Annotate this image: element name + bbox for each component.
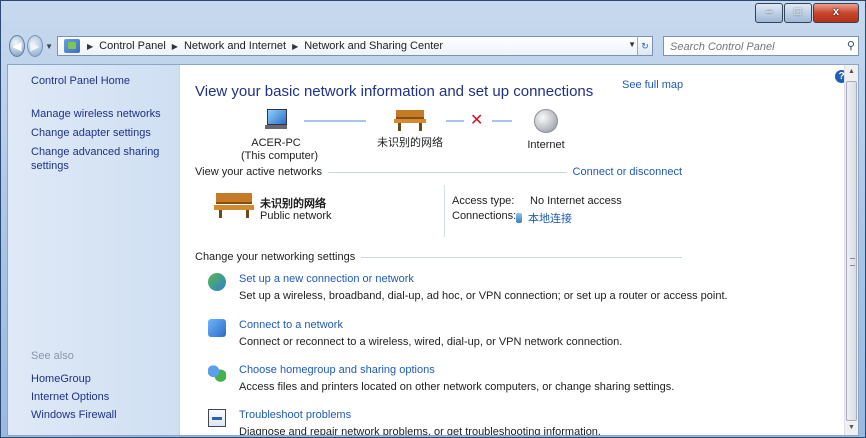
- sidebar-item-internet-options[interactable]: Internet Options: [31, 388, 117, 406]
- sidebar-item-homegroup[interactable]: HomeGroup: [31, 370, 117, 388]
- active-network-type[interactable]: Public network: [260, 210, 332, 222]
- see-also-list: HomeGroup Internet Options Windows Firew…: [31, 370, 117, 424]
- active-network: [214, 192, 254, 218]
- homegroup-icon: [208, 364, 226, 382]
- setting-description: Set up a wireless, broadband, dial-up, a…: [239, 290, 728, 302]
- sidebar-tasks: Manage wireless networks Change adapter …: [31, 107, 171, 178]
- page-title: View your basic network information and …: [195, 83, 594, 100]
- setting-title[interactable]: Set up a new connection or network: [239, 273, 414, 285]
- window-controls: – □ x: [754, 3, 859, 23]
- active-networks-title: View your active networks: [195, 166, 328, 178]
- refresh-icon: ↻: [641, 41, 649, 51]
- map-link-network-internet-left: [446, 120, 464, 122]
- troubleshoot-icon: [208, 409, 226, 427]
- connections-label: Connections:: [452, 210, 517, 222]
- map-node-internet: Internet: [516, 109, 576, 152]
- control-panel-icon: [63, 39, 80, 53]
- globe-icon: [534, 109, 558, 133]
- forward-arrow-icon: ▶: [30, 39, 40, 53]
- public-network-icon: [214, 192, 254, 218]
- computer-subtitle: (This computer): [241, 150, 319, 162]
- title-bar: – □ x: [1, 1, 865, 31]
- back-button[interactable]: ◀: [9, 35, 26, 57]
- window: – □ x ◀ ▶ ▼ ▶ Control Panel ▶ Network an…: [0, 0, 866, 438]
- connection-name[interactable]: 本地连接: [528, 213, 572, 225]
- search-input[interactable]: [667, 38, 842, 56]
- content-area: Control Panel Home Manage wireless netwo…: [7, 64, 859, 436]
- access-type-value: No Internet access: [530, 195, 622, 207]
- scroll-up-icon[interactable]: ▲: [845, 65, 858, 79]
- breadcrumb-control-panel[interactable]: Control Panel: [96, 40, 169, 52]
- search-icon[interactable]: ⚲: [847, 39, 855, 52]
- connect-network-icon: [208, 319, 226, 337]
- see-full-map-link[interactable]: See full map: [622, 79, 683, 91]
- chevron-right-icon[interactable]: ▶: [169, 42, 181, 51]
- active-network-divider: [444, 185, 445, 237]
- network-adapter-icon: [516, 213, 522, 223]
- sidebar-item-windows-firewall[interactable]: Windows Firewall: [31, 406, 117, 424]
- maximize-button[interactable]: □: [784, 3, 812, 23]
- recent-pages-dropdown[interactable]: ▼: [45, 42, 53, 51]
- access-type-label: Access type:: [452, 195, 515, 207]
- address-bar: ◀ ▶ ▼ ▶ Control Panel ▶ Network and Inte…: [9, 33, 859, 59]
- search-box: ⚲: [662, 36, 859, 56]
- back-arrow-icon: ◀: [12, 39, 22, 53]
- map-node-network: 未识别的网络: [372, 109, 448, 150]
- computer-name: ACER-PC: [251, 137, 301, 149]
- map-node-computer: ACER-PC (This computer): [241, 109, 319, 163]
- map-internet-label[interactable]: Internet: [516, 139, 576, 152]
- new-connection-icon: [208, 273, 226, 291]
- close-button[interactable]: x: [813, 3, 859, 23]
- scroll-down-icon[interactable]: ▼: [845, 421, 858, 435]
- breadcrumb-network-and-sharing-center[interactable]: Network and Sharing Center: [301, 40, 446, 52]
- map-link-computer-network: [304, 120, 366, 122]
- active-network-name: 未识别的网络: [260, 198, 326, 210]
- connect-or-disconnect-link[interactable]: Connect or disconnect: [566, 166, 682, 178]
- scrollbar-thumb[interactable]: [846, 81, 857, 421]
- setting-description: Diagnose and repair network problems, or…: [239, 426, 601, 436]
- computer-icon: [261, 109, 291, 131]
- main-panel: ? View your basic network information an…: [194, 65, 848, 436]
- see-also-label: See also: [31, 350, 74, 362]
- scroll-grip-icon: [850, 258, 855, 266]
- connection-link[interactable]: 本地连接: [516, 210, 572, 226]
- settings-title: Change your networking settings: [195, 251, 362, 263]
- address-dropdown-icon[interactable]: ▼: [628, 40, 636, 49]
- setting-title[interactable]: Choose homegroup and sharing options: [239, 364, 435, 376]
- vertical-scrollbar[interactable]: ▲ ▼: [844, 65, 858, 435]
- sidebar: Control Panel Home Manage wireless netwo…: [8, 65, 180, 435]
- breadcrumb-network-and-internet[interactable]: Network and Internet: [181, 40, 289, 52]
- setting-title[interactable]: Connect to a network: [239, 319, 343, 331]
- public-network-icon: [394, 109, 426, 131]
- setting-description: Access files and printers located on oth…: [239, 381, 675, 393]
- sidebar-item-change-advanced-sharing-settings[interactable]: Change advanced sharing settings: [31, 145, 171, 173]
- map-network-name[interactable]: 未识别的网络: [372, 137, 448, 150]
- breadcrumb[interactable]: ▶ Control Panel ▶ Network and Internet ▶…: [56, 36, 653, 56]
- setting-title[interactable]: Troubleshoot problems: [239, 409, 351, 421]
- setting-description: Connect or reconnect to a wireless, wire…: [239, 336, 623, 348]
- minimize-button[interactable]: –: [755, 3, 783, 23]
- disconnected-x-icon: ✕: [470, 112, 484, 129]
- map-link-network-internet-right: [492, 120, 512, 122]
- forward-button[interactable]: ▶: [27, 35, 44, 57]
- sidebar-item-manage-wireless-networks[interactable]: Manage wireless networks: [31, 107, 171, 121]
- refresh-button[interactable]: ↻: [636, 36, 653, 56]
- chevron-right-icon[interactable]: ▶: [84, 42, 96, 51]
- sidebar-item-change-adapter-settings[interactable]: Change adapter settings: [31, 126, 171, 140]
- sidebar-item-control-panel-home[interactable]: Control Panel Home: [31, 75, 130, 87]
- chevron-right-icon[interactable]: ▶: [289, 42, 301, 51]
